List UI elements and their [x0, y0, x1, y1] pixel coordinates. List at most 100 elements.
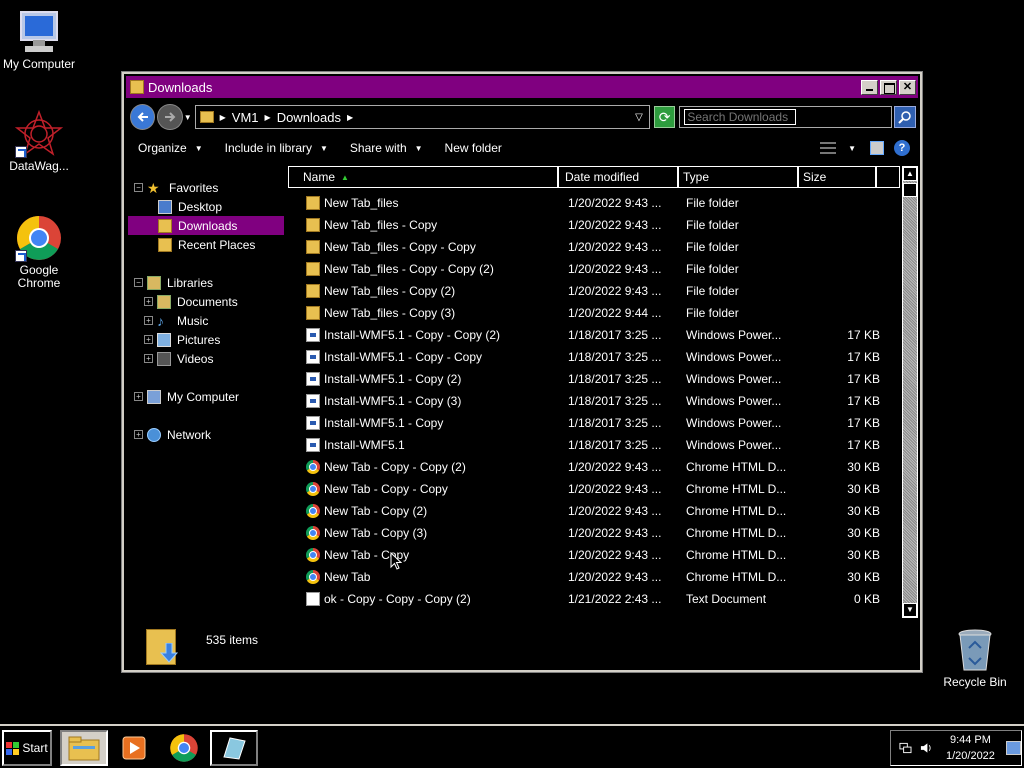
expand-icon[interactable]: +	[134, 430, 143, 439]
new-folder-button[interactable]: New folder	[445, 141, 502, 155]
scroll-up-button[interactable]: ▲	[903, 167, 917, 181]
scroll-thumb[interactable]	[903, 183, 917, 197]
file-type: Chrome HTML D...	[686, 570, 787, 584]
file-row[interactable]: New Tab 1/20/2022 9:43 ... Chrome HTML D..…	[288, 566, 900, 588]
taskbar-app-button[interactable]	[210, 730, 258, 766]
volume-icon[interactable]	[920, 742, 933, 754]
file-row[interactable]: Install-WMF5.1 - Copy (3) 1/18/2017 3:25 …	[288, 390, 900, 412]
breadcrumb-downloads[interactable]: Downloads	[277, 110, 341, 125]
chevron-right-icon[interactable]: ▶	[220, 113, 226, 122]
collapse-icon[interactable]: −	[134, 278, 143, 287]
file-row[interactable]: New Tab_files - Copy (2) 1/20/2022 9:43 .…	[288, 280, 900, 302]
file-row[interactable]: Install-WMF5.1 1/18/2017 3:25 ... Windows …	[288, 434, 900, 456]
desktop-icon-my-computer[interactable]: My Computer	[0, 8, 78, 71]
nav-item-downloads[interactable]: Downloads	[128, 216, 284, 235]
desktop-icon-google-chrome[interactable]: Google Chrome	[0, 214, 78, 290]
title-bar[interactable]: Downloads ✕	[126, 76, 918, 98]
file-row[interactable]: Install-WMF5.1 - Copy - Copy (2) 1/18/201…	[288, 324, 900, 346]
new-folder-label: New folder	[444, 141, 502, 155]
column-header-name[interactable]: Name ▲	[289, 167, 559, 187]
refresh-button[interactable]: ⟳	[653, 106, 676, 128]
scroll-down-button[interactable]: ▼	[903, 603, 917, 617]
include-in-library-menu[interactable]: Include in library ▼	[225, 141, 328, 155]
chevron-right-icon[interactable]: ▶	[347, 113, 353, 122]
file-row[interactable]: New Tab_files - Copy - Copy (2) 1/20/2022…	[288, 258, 900, 280]
help-icon[interactable]: ?	[894, 140, 910, 156]
maximize-button[interactable]	[880, 79, 897, 95]
file-type: File folder	[686, 240, 739, 254]
nav-item-music[interactable]: + ♪ Music	[128, 311, 284, 330]
file-row[interactable]: New Tab_files - Copy 1/20/2022 9:43 ... Fi…	[288, 214, 900, 236]
preview-pane-icon[interactable]	[870, 141, 884, 155]
chevron-right-icon[interactable]: ▶	[265, 113, 271, 122]
file-type: Windows Power...	[686, 372, 782, 386]
forward-button[interactable]	[157, 104, 183, 130]
close-button[interactable]: ✕	[899, 79, 916, 95]
start-button[interactable]: Start	[2, 730, 52, 766]
nav-item-network[interactable]: + Network	[128, 425, 284, 444]
taskbar-chrome-button[interactable]	[160, 730, 208, 766]
expand-icon[interactable]: +	[144, 316, 153, 325]
chevron-down-icon[interactable]: ▽	[635, 112, 643, 123]
chevron-down-icon[interactable]: ▼	[848, 144, 856, 153]
file-row[interactable]: New Tab - Copy (2) 1/20/2022 9:43 ... Chro…	[288, 500, 900, 522]
taskbar-media-player-button[interactable]	[110, 730, 158, 766]
desktop-icon-label: Google Chrome	[17, 263, 61, 290]
file-row[interactable]: New Tab - Copy - Copy 1/20/2022 9:43 ... C…	[288, 478, 900, 500]
minimize-button[interactable]	[861, 79, 878, 95]
file-row[interactable]: Install-WMF5.1 - Copy (2) 1/18/2017 3:25 …	[288, 368, 900, 390]
file-row[interactable]: ok - Copy - Copy - Copy (2) 1/21/2022 2:4…	[288, 588, 900, 610]
column-header-size[interactable]: Size	[799, 167, 877, 187]
column-header-type[interactable]: Type	[679, 167, 799, 187]
collapse-icon[interactable]: −	[134, 183, 143, 192]
column-header-label: Name	[303, 170, 336, 184]
file-date-modified: 1/18/2017 3:25 ...	[568, 372, 662, 386]
network-status-icon[interactable]	[899, 742, 912, 754]
address-bar[interactable]: ▶ VM1 ▶ Downloads ▶ ▽	[194, 105, 650, 129]
nav-item-documents[interactable]: + Documents	[128, 292, 284, 311]
file-row[interactable]: New Tab_files 1/20/2022 9:43 ... File fold…	[288, 192, 900, 214]
column-header-date-modified[interactable]: Date modified	[559, 167, 679, 187]
show-desktop-icon[interactable]	[1006, 741, 1021, 755]
expand-icon[interactable]: +	[144, 354, 153, 363]
breadcrumb-vm1[interactable]: VM1	[232, 110, 259, 125]
back-button[interactable]	[130, 104, 156, 130]
expand-icon[interactable]: +	[144, 297, 153, 306]
vertical-scrollbar[interactable]: ▲ ▼	[902, 166, 918, 618]
desktop-icon-recycle-bin[interactable]: Recycle Bin	[936, 626, 1014, 689]
nav-item-pictures[interactable]: + Pictures	[128, 330, 284, 349]
search-input[interactable]	[684, 109, 797, 125]
file-date-modified: 1/18/2017 3:25 ...	[568, 438, 662, 452]
expand-icon[interactable]: +	[144, 335, 153, 344]
nav-item-favorites[interactable]: − ★ Favorites	[128, 178, 284, 197]
file-name-cell: New Tab_files - Copy - Copy (2)	[288, 262, 560, 276]
organize-menu[interactable]: Organize ▼	[138, 141, 203, 155]
folder-icon	[306, 240, 320, 254]
libraries-icon	[147, 275, 161, 290]
share-with-menu[interactable]: Share with ▼	[350, 141, 423, 155]
search-box[interactable]	[679, 106, 893, 128]
expand-icon[interactable]: +	[134, 392, 143, 401]
nav-item-my-computer[interactable]: + My Computer	[128, 387, 284, 406]
file-row[interactable]: New Tab - Copy (3) 1/20/2022 9:43 ... Chro…	[288, 522, 900, 544]
desktop-icon-datawag[interactable]: DataWag...	[0, 109, 78, 173]
nav-item-libraries[interactable]: − Libraries	[128, 273, 284, 292]
column-header-empty[interactable]	[877, 167, 899, 187]
organize-label: Organize	[138, 141, 187, 155]
clock[interactable]: 9:44 PM 1/20/2022	[941, 732, 1000, 764]
file-row[interactable]: New Tab - Copy - Copy (2) 1/20/2022 9:43 …	[288, 456, 900, 478]
taskbar-explorer-button[interactable]	[60, 730, 108, 766]
file-row[interactable]: New Tab - Copy 1/20/2022 9:43 ... Chrome H…	[288, 544, 900, 566]
nav-item-recent-places[interactable]: Recent Places	[128, 235, 284, 254]
nav-item-videos[interactable]: + Videos	[128, 349, 284, 368]
file-name-cell: New Tab	[288, 570, 560, 584]
file-row[interactable]: New Tab_files - Copy (3) 1/20/2022 9:44 .…	[288, 302, 900, 324]
file-row[interactable]: Install-WMF5.1 - Copy 1/18/2017 3:25 ... W…	[288, 412, 900, 434]
recent-pages-button[interactable]: ▼	[183, 104, 193, 130]
nav-item-desktop[interactable]: Desktop	[128, 197, 284, 216]
search-button[interactable]	[894, 106, 916, 128]
file-row[interactable]: Install-WMF5.1 - Copy - Copy 1/18/2017 3:…	[288, 346, 900, 368]
explorer-window[interactable]: Downloads ✕ ▼ ▶ VM1 ▶ Downloads ▶ ▽ ⟳ O	[121, 71, 923, 673]
file-row[interactable]: New Tab_files - Copy - Copy 1/20/2022 9:4…	[288, 236, 900, 258]
change-view-icon[interactable]	[820, 142, 837, 154]
